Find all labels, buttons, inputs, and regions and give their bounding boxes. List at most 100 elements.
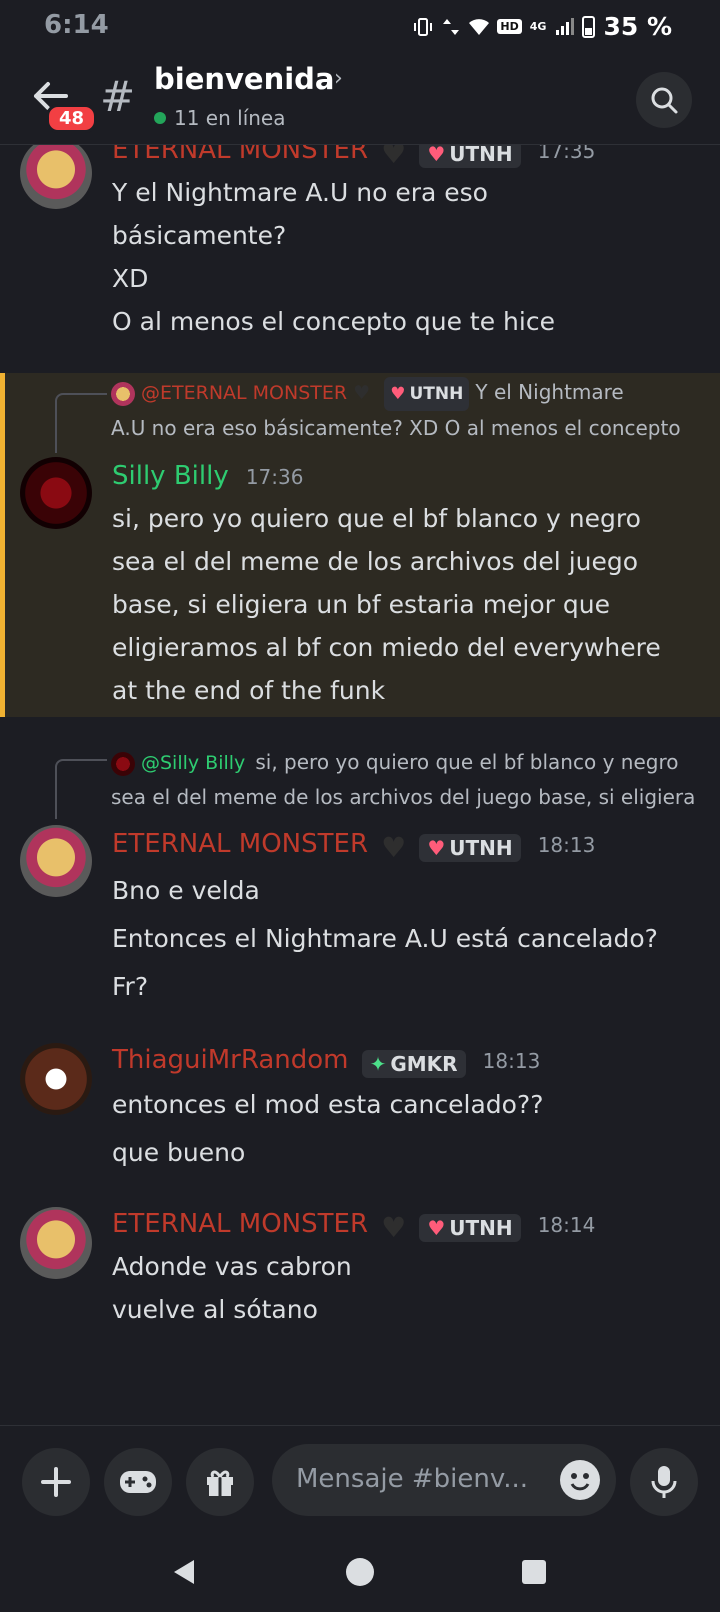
author-name[interactable]: ETERNAL MONSTER	[112, 1209, 368, 1239]
nav-home-icon[interactable]	[344, 1556, 376, 1588]
status-time: 6:14	[44, 10, 109, 40]
avatar[interactable]	[20, 825, 92, 897]
message-line: Entonces el Nightmare A.U está cancelado…	[112, 924, 658, 953]
reply-preview[interactable]: @Silly Billy si, pero yo quiero que el b…	[111, 745, 700, 815]
heart-icon: ♥	[427, 835, 446, 860]
message-line: que bueno	[112, 1138, 246, 1167]
reply-connector	[55, 393, 107, 453]
avatar[interactable]	[20, 1043, 92, 1115]
network-type: 4G	[529, 20, 547, 33]
online-count: 11 en línea	[154, 106, 286, 130]
reply-text: Y el Nightmare	[475, 380, 624, 404]
role-tag[interactable]: ♥ UTNH	[419, 833, 521, 862]
composer-bar: Mensaje #bienv...	[0, 1425, 720, 1525]
nav-recents-icon[interactable]	[518, 1556, 550, 1588]
reply-text: A.U no era eso básicamente? XD O al meno…	[111, 415, 681, 440]
message-line: eligieramos al bf con miedo del everywhe…	[112, 633, 661, 662]
status-bar: 6:14 HD 4G 35 %	[0, 0, 720, 50]
role-tag[interactable]: ✦ GMKR	[361, 1049, 466, 1078]
reply-preview[interactable]: @ETERNAL MONSTER ♥ ♥ UTNH Y el Nightmare …	[111, 375, 700, 446]
activities-button[interactable]	[104, 1448, 172, 1516]
message-line: Y el Nightmare A.U no era eso	[112, 178, 488, 207]
heart-icon: ♥	[427, 1215, 446, 1240]
signal-icon	[556, 17, 575, 35]
reply-author: @Silly Billy	[141, 752, 246, 774]
message-line: vuelve al sótano	[112, 1295, 318, 1324]
nav-back-icon[interactable]	[168, 1556, 200, 1588]
black-heart-icon: ♥	[381, 1211, 407, 1244]
message-line: Adonde vas cabron	[112, 1252, 352, 1281]
gift-button[interactable]	[186, 1448, 254, 1516]
message-line: at the end of the funk	[112, 676, 386, 705]
online-dot-icon	[154, 112, 166, 124]
channel-header: 48 # bienvenida › 11 en línea	[0, 50, 720, 145]
emoji-icon[interactable]	[560, 1460, 600, 1500]
timestamp: 17:35	[537, 145, 596, 163]
search-button[interactable]	[636, 72, 692, 128]
author-name[interactable]: ETERNAL MONSTER	[112, 829, 368, 859]
role-label: UTNH	[449, 145, 513, 166]
message-line: XD	[112, 264, 149, 293]
black-heart-icon: ♥	[353, 382, 371, 404]
voice-button[interactable]	[630, 1448, 698, 1516]
channel-name[interactable]: bienvenida	[154, 62, 335, 96]
avatar[interactable]	[20, 1207, 92, 1279]
timestamp: 17:36	[245, 465, 304, 489]
message-list[interactable]: ETERNAL MONSTER ♥ ♥ UTNH 17:35 Y el Night…	[0, 145, 720, 1425]
author-name[interactable]: ETERNAL MONSTER	[112, 145, 368, 165]
avatar[interactable]	[20, 145, 92, 209]
message-placeholder: Mensaje #bienv...	[296, 1464, 529, 1494]
reply-avatar	[111, 381, 135, 406]
reply-connector	[55, 759, 107, 819]
reply-text: sea el del meme de los archivos del jueg…	[111, 785, 696, 809]
chevron-right-icon[interactable]: ›	[334, 66, 343, 91]
online-label: 11 en línea	[174, 106, 286, 130]
reply-author: @ETERNAL MONSTER	[141, 382, 348, 404]
hash-icon: #	[100, 72, 136, 121]
role-label: UTNH	[449, 1215, 513, 1240]
microphone-icon	[651, 1466, 677, 1498]
message-line: entonces el mod esta cancelado??	[112, 1090, 544, 1119]
gift-icon	[207, 1470, 233, 1496]
add-button[interactable]	[22, 1448, 90, 1516]
wifi-icon	[469, 18, 490, 35]
role-label: GMKR	[390, 1051, 458, 1076]
hd-badge: HD	[497, 19, 522, 34]
message-input[interactable]: Mensaje #bienv...	[272, 1444, 616, 1516]
role-tag[interactable]: ♥ UTNH	[419, 145, 521, 168]
black-heart-icon: ♥	[381, 831, 407, 864]
battery-icon	[582, 15, 596, 38]
heart-icon: ♥	[390, 383, 406, 404]
author-name[interactable]: ThiaguiMrRandom	[112, 1045, 349, 1075]
message-line: si, pero yo quiero que el bf blanco y ne…	[112, 504, 641, 533]
vibrate-icon	[414, 17, 433, 36]
gamepad-icon	[120, 1471, 156, 1493]
message-line: básicamente?	[112, 221, 287, 250]
reply-avatar	[111, 751, 135, 776]
timestamp: 18:13	[537, 833, 596, 857]
message-line: Fr?	[112, 972, 149, 1001]
system-nav-bar	[0, 1530, 720, 1612]
timestamp: 18:13	[482, 1049, 541, 1073]
timestamp: 18:14	[537, 1213, 596, 1237]
status-icons: HD 4G 35 %	[413, 12, 672, 41]
avatar[interactable]	[20, 457, 92, 529]
unread-badge: 48	[46, 104, 98, 133]
message-line: sea el del meme de los archivos del jueg…	[112, 547, 639, 576]
reply-role-label: UTNH	[409, 383, 464, 404]
data-arrows-icon	[443, 18, 460, 35]
author-name[interactable]: Silly Billy	[112, 461, 229, 491]
battery-percent: 35 %	[603, 12, 672, 41]
message-line: base, si eligiera un bf estaria mejor qu…	[112, 590, 610, 619]
message-line: O al menos el concepto que te hice	[112, 307, 555, 336]
black-heart-icon: ♥	[381, 145, 407, 170]
diamond-icon: ✦	[369, 1051, 387, 1076]
role-tag[interactable]: ♥ UTNH	[419, 1213, 521, 1242]
role-label: UTNH	[449, 835, 513, 860]
reply-role-tag: ♥ UTNH	[384, 376, 470, 411]
plus-icon	[41, 1467, 71, 1497]
reply-text: si, pero yo quiero que el bf blanco y ne…	[255, 750, 679, 774]
message-line: Bno e velda	[112, 876, 260, 905]
heart-icon: ♥	[427, 145, 446, 166]
search-icon	[651, 87, 678, 114]
